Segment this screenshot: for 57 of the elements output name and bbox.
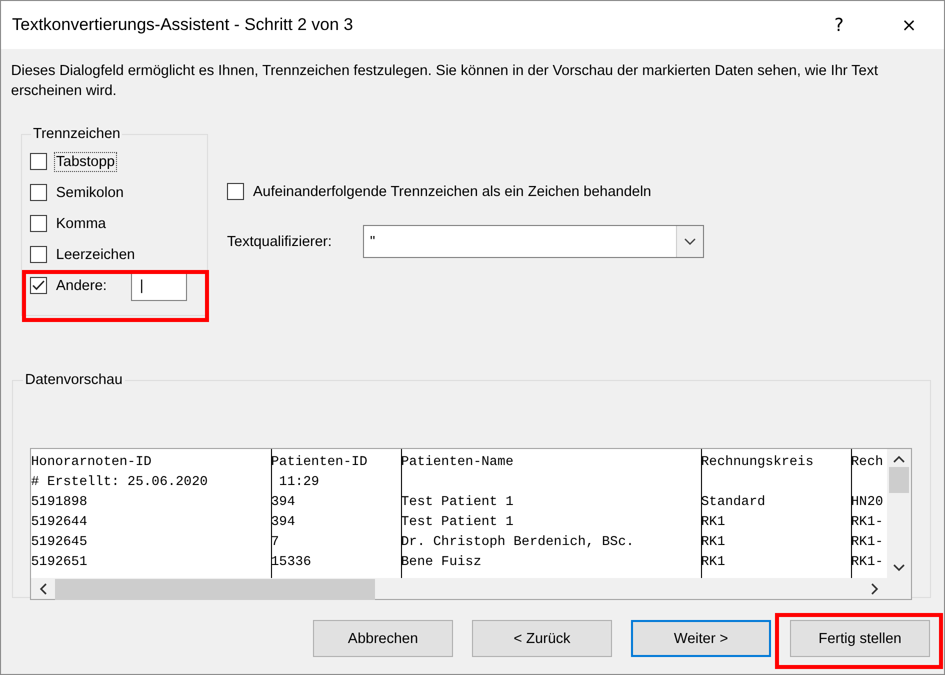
preview-cell-text: RK1- <box>851 514 884 532</box>
preview-cell-text: 394 <box>271 494 296 512</box>
checkbox-label[interactable]: Leerzeichen <box>54 244 137 264</box>
preview-cell-text: Test Patient 1 <box>401 494 514 512</box>
scroll-down-icon[interactable] <box>893 564 906 572</box>
checkbox-label[interactable]: Semikolon <box>54 182 126 202</box>
preview-cell-text: RK1 <box>701 554 726 572</box>
preview-cell-text: 11:29 <box>278 474 320 492</box>
preview-cell-text: Bene Fuisz <box>401 554 482 572</box>
preview-cell-text: Patienten-Name <box>401 454 514 472</box>
scroll-left-icon[interactable] <box>39 583 47 595</box>
preview-cell-text: RK1 <box>701 534 726 552</box>
checkbox-label[interactable]: Aufeinanderfolgende Trennzeichen als ein Zeichen behandeln <box>251 182 654 202</box>
checkbox[interactable] <box>227 183 244 200</box>
preview-cell-text: Patienten-ID <box>271 454 368 472</box>
scrollbar-thumb[interactable] <box>889 467 910 493</box>
checkbox[interactable] <box>30 277 47 294</box>
preview-cell-text: Honorarnoten-ID <box>31 454 153 472</box>
scroll-up-icon[interactable] <box>893 455 906 463</box>
preview-cell-text: Rechnungskreis <box>701 454 814 472</box>
preview-cell-text: 7 <box>271 534 280 552</box>
preview-cell-text: 5192651 <box>31 554 88 572</box>
preview-cell-text: 5192645 <box>31 534 88 552</box>
close-button[interactable]: × <box>874 1 944 49</box>
preview-cell-text: 394 <box>271 514 296 532</box>
checkbox-label[interactable]: Andere: <box>54 276 109 296</box>
dialog-button[interactable]: < Zurück <box>472 620 612 657</box>
dialog-button[interactable]: Abbrechen <box>313 620 453 657</box>
preview-cell-text: Dr. Christoph Berdenich, BSc. <box>401 534 636 552</box>
scroll-right-icon[interactable] <box>871 583 879 595</box>
preview-cell-text: # Erstellt: 25.06.2020 <box>31 474 209 492</box>
qualifier-dropdown[interactable]: " <box>363 225 704 258</box>
checkbox[interactable] <box>30 153 47 170</box>
preview-cell-text: 15336 <box>271 554 312 572</box>
group-title: Trennzeichen <box>32 126 122 142</box>
scrollbar-thumb[interactable] <box>55 578 375 600</box>
dialog-button[interactable]: Weiter > <box>631 620 771 657</box>
checkbox[interactable] <box>30 184 47 201</box>
description-text: Dieses Dialogfeld ermöglicht es Ihnen, Trennzeichen festzulegen. Sie können in der Vorschau der markierten Daten sehen, wie Ihr Text erscheinen wird. <box>11 62 879 101</box>
group-title: Datenvorschau <box>24 372 124 388</box>
preview-cell-text: 5192644 <box>31 514 88 532</box>
preview-cell-text: RK1- <box>851 554 884 572</box>
checkbox[interactable] <box>30 215 47 232</box>
preview-cell-text: Test Patient 1 <box>401 514 514 532</box>
checkbox[interactable] <box>30 246 47 263</box>
preview-cell-text: Standard <box>701 494 766 512</box>
preview-cell-text: RK1 <box>701 514 726 532</box>
preview-cell-text: HN20 <box>851 494 884 512</box>
preview-cell-text: Rech <box>851 454 884 472</box>
preview-cell-text: 5191898 <box>31 494 88 512</box>
preview-cell-text: RK1- <box>851 534 884 552</box>
dialog-button[interactable]: Fertig stellen <box>790 620 930 657</box>
help-button[interactable]: ? <box>804 1 874 49</box>
checkbox-label[interactable]: Komma <box>54 214 108 234</box>
field-label: Textqualifizierer: <box>227 234 333 250</box>
window-title: Textkonvertierungs-Assistent - Schritt 2 von 3 <box>12 15 354 35</box>
checkbox-label[interactable]: Tabstopp <box>54 152 117 172</box>
